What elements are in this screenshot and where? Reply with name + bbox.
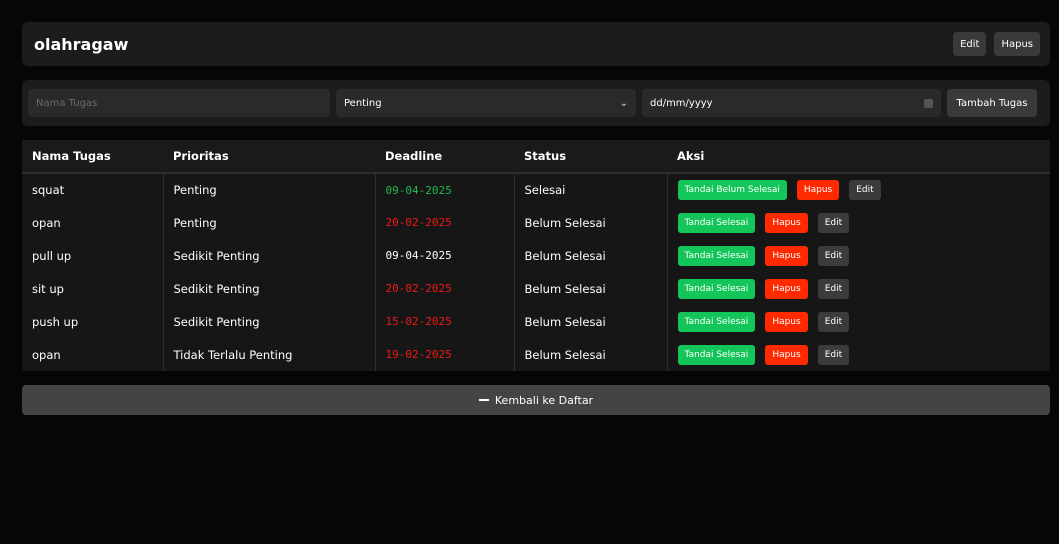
task-table: Nama Tugas Prioritas Deadline Status Aks…	[22, 140, 1050, 371]
edit-task-button[interactable]: Edit	[817, 245, 850, 266]
delete-task-button[interactable]: Hapus	[765, 212, 808, 233]
task-actions: Tandai Selesai Hapus Edit	[667, 305, 1050, 338]
col-header-deadline: Deadline	[375, 140, 514, 174]
page-header: olahragaw Edit Hapus	[22, 22, 1050, 66]
task-name-input[interactable]	[28, 89, 330, 117]
task-name: pull up	[22, 239, 164, 272]
task-priority: Sedikit Penting	[163, 272, 376, 305]
date-placeholder: dd/mm/yyyy	[650, 97, 713, 109]
table-row: pull up Sedikit Penting 09-04-2025 Belum…	[22, 239, 1050, 272]
task-priority: Penting	[163, 173, 376, 206]
table-row: push up Sedikit Penting 15-02-2025 Belum…	[22, 305, 1050, 338]
col-header-name: Nama Tugas	[22, 140, 163, 174]
task-status: Belum Selesai	[514, 338, 668, 371]
priority-selected-value: Penting	[344, 97, 382, 109]
task-priority: Penting	[163, 206, 376, 239]
edit-task-button[interactable]: Edit	[817, 212, 850, 233]
task-actions: Tandai Selesai Hapus Edit	[667, 272, 1050, 305]
delete-task-button[interactable]: Hapus	[765, 278, 808, 299]
edit-task-button[interactable]: Edit	[849, 180, 881, 200]
task-priority: Tidak Terlalu Penting	[163, 338, 376, 371]
priority-select[interactable]: Penting ⌄	[336, 89, 636, 117]
add-task-form: Penting ⌄ dd/mm/yyyy Tambah Tugas	[22, 80, 1050, 126]
mark-complete-button[interactable]: Tandai Selesai	[677, 245, 756, 266]
task-status: Belum Selesai	[514, 206, 668, 239]
header-actions: Edit Hapus	[953, 32, 1040, 56]
task-status: Belum Selesai	[514, 305, 668, 338]
delete-list-button[interactable]: Hapus	[994, 32, 1040, 56]
task-name: sit up	[22, 272, 164, 305]
delete-task-button[interactable]: Hapus	[796, 180, 840, 200]
deadline-date-input[interactable]: dd/mm/yyyy	[642, 89, 941, 117]
back-to-list-button[interactable]: Kembali ke Daftar	[22, 385, 1050, 415]
minus-arrow-icon	[478, 399, 489, 401]
task-actions: Tandai Selesai Hapus Edit	[667, 239, 1050, 272]
task-deadline: 09-04-2025	[375, 173, 515, 206]
task-priority: Sedikit Penting	[163, 305, 376, 338]
mark-incomplete-button[interactable]: Tandai Belum Selesai	[677, 180, 787, 200]
task-name: squat	[22, 173, 164, 206]
mark-complete-button[interactable]: Tandai Selesai	[677, 344, 756, 365]
table-row: opan Penting 20-02-2025 Belum Selesai Ta…	[22, 206, 1050, 239]
chevron-down-icon: ⌄	[619, 97, 628, 109]
task-table-container: Nama Tugas Prioritas Deadline Status Aks…	[22, 140, 1050, 371]
table-row: opan Tidak Terlalu Penting 19-02-2025 Be…	[22, 338, 1050, 371]
table-header-row: Nama Tugas Prioritas Deadline Status Aks…	[22, 140, 1050, 174]
task-priority: Sedikit Penting	[163, 239, 376, 272]
task-deadline: 20-02-2025	[375, 272, 515, 305]
task-status: Belum Selesai	[514, 272, 668, 305]
mark-complete-button[interactable]: Tandai Selesai	[677, 311, 756, 332]
col-header-priority: Prioritas	[163, 140, 375, 174]
task-deadline: 09-04-2025	[375, 239, 515, 272]
delete-task-button[interactable]: Hapus	[765, 245, 808, 266]
task-name: opan	[22, 206, 164, 239]
add-task-button[interactable]: Tambah Tugas	[947, 89, 1037, 117]
delete-task-button[interactable]: Hapus	[765, 311, 808, 332]
back-to-list-label: Kembali ke Daftar	[494, 393, 594, 407]
task-deadline: 20-02-2025	[375, 206, 515, 239]
mark-complete-button[interactable]: Tandai Selesai	[677, 278, 756, 299]
table-row: squat Penting 09-04-2025 Selesai Tandai …	[22, 173, 1050, 206]
col-header-actions: Aksi	[667, 140, 1050, 174]
page-title: olahragaw	[34, 34, 129, 54]
delete-task-button[interactable]: Hapus	[765, 344, 808, 365]
task-deadline: 15-02-2025	[375, 305, 515, 338]
edit-task-button[interactable]: Edit	[817, 344, 850, 365]
mark-complete-button[interactable]: Tandai Selesai	[677, 212, 756, 233]
task-deadline: 19-02-2025	[375, 338, 515, 371]
app-container: olahragaw Edit Hapus Penting ⌄ dd/mm/yyy…	[22, 22, 1050, 415]
task-status: Selesai	[514, 173, 668, 206]
edit-task-button[interactable]: Edit	[817, 311, 850, 332]
task-status: Belum Selesai	[514, 239, 668, 272]
task-actions: Tandai Selesai Hapus Edit	[667, 338, 1050, 371]
task-actions: Tandai Belum Selesai Hapus Edit	[667, 173, 1050, 206]
task-actions: Tandai Selesai Hapus Edit	[667, 206, 1050, 239]
edit-list-button[interactable]: Edit	[953, 32, 987, 56]
table-row: sit up Sedikit Penting 20-02-2025 Belum …	[22, 272, 1050, 305]
col-header-status: Status	[514, 140, 667, 174]
edit-task-button[interactable]: Edit	[817, 278, 850, 299]
task-name: push up	[22, 305, 164, 338]
task-name: opan	[22, 338, 164, 371]
calendar-icon[interactable]	[924, 98, 933, 108]
